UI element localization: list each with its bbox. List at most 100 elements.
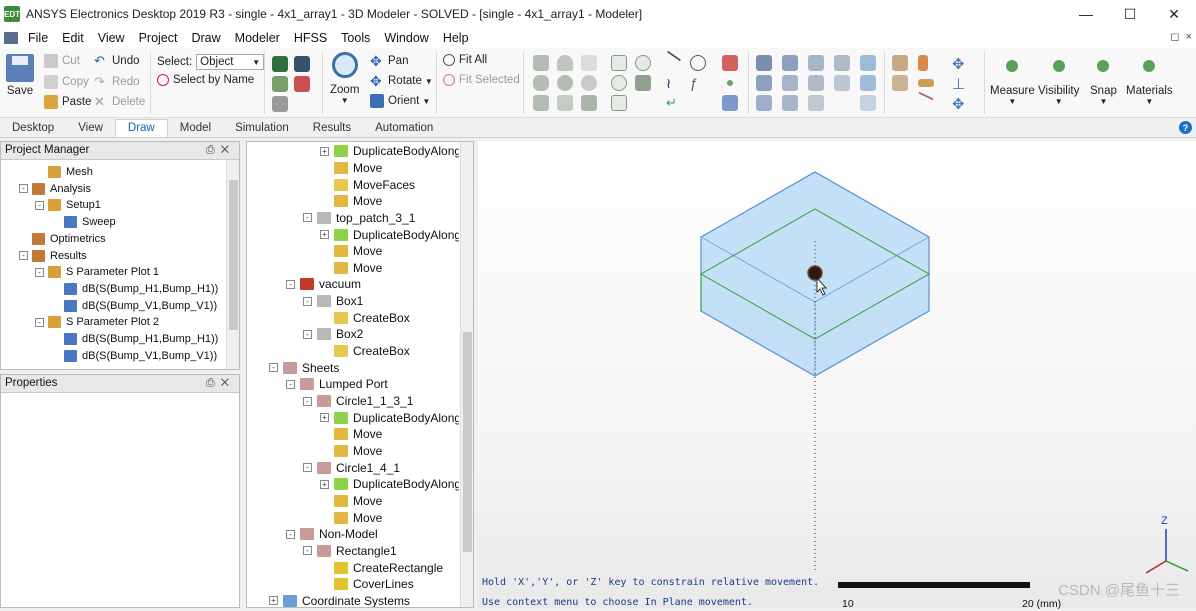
scale-icon[interactable] <box>860 75 876 91</box>
project-tree-item[interactable]: dB(S(Bump_H1,Bump_H1)) <box>51 281 218 297</box>
model-tree-item[interactable]: + DuplicateBodyAlong <box>320 226 459 243</box>
move-icon[interactable] <box>918 55 928 71</box>
modeler-viewport[interactable]: Z 10 20 (mm) <box>478 141 1196 610</box>
collapse-toggle-icon[interactable]: - <box>19 251 28 260</box>
point-icon[interactable] <box>727 80 733 86</box>
menu-project[interactable]: Project <box>132 31 185 45</box>
orient-button[interactable]: Orient ▼ <box>370 94 430 108</box>
chamfer-icon[interactable] <box>892 75 908 91</box>
model-tree-item[interactable]: - vacuum <box>286 276 361 293</box>
fit-selected-button[interactable]: Fit Selected <box>443 74 520 86</box>
select-dropdown[interactable]: Object ▼ <box>196 54 265 70</box>
equation-surface-icon[interactable] <box>635 75 651 91</box>
maximize-icon[interactable]: ☐ <box>1108 0 1152 28</box>
snap-button[interactable]: Snap ▼ <box>1090 56 1117 106</box>
expand-toggle-icon[interactable]: + <box>269 596 278 606</box>
expand-toggle-icon[interactable]: - <box>303 329 312 339</box>
circle-icon[interactable] <box>611 75 627 91</box>
spline-icon[interactable]: ≀ <box>666 75 682 91</box>
measure-button[interactable]: Measure ▼ <box>990 56 1035 106</box>
select-edges-icon[interactable] <box>294 76 310 92</box>
project-tree-item[interactable]: Optimetrics <box>19 231 106 247</box>
split-icon[interactable] <box>834 75 850 91</box>
document-icon[interactable] <box>4 32 18 44</box>
cylinder-icon[interactable] <box>533 75 549 91</box>
arc-icon[interactable] <box>690 55 706 71</box>
model-tree-item[interactable]: - top_patch_3_1 <box>303 210 415 227</box>
pin-close-icons[interactable]: ⎙✕ <box>206 377 235 390</box>
menu-window[interactable]: Window <box>377 31 435 45</box>
model-tree-item[interactable]: + DuplicateBodyAlong <box>320 143 459 160</box>
tab-draw[interactable]: Draw <box>114 119 168 137</box>
duplicate-mirror-icon[interactable] <box>782 55 798 71</box>
help-icon[interactable]: ? <box>1179 121 1192 134</box>
via-point[interactable] <box>807 265 823 281</box>
expand-toggle-icon[interactable]: + <box>320 230 329 240</box>
menu-modeler[interactable]: Modeler <box>228 31 287 45</box>
model-tree-item[interactable]: CreateBox <box>320 343 410 360</box>
close-icon[interactable]: ✕ <box>1152 0 1196 28</box>
cs-face-icon[interactable]: ⊥ <box>952 75 968 93</box>
collapse-toggle-icon[interactable]: - <box>35 317 44 327</box>
save-button[interactable]: Save <box>6 54 34 97</box>
spiral-icon[interactable] <box>581 95 597 111</box>
model-tree-item[interactable]: Move <box>320 243 382 260</box>
expand-toggle-icon[interactable]: - <box>303 296 312 306</box>
subtract-icon[interactable] <box>834 55 850 71</box>
cs-xyz-icon[interactable]: ✥ <box>952 55 968 73</box>
torus-icon[interactable] <box>581 75 597 91</box>
sweep-around-icon[interactable] <box>756 75 772 91</box>
model-tree-item[interactable]: - Lumped Port <box>286 376 388 393</box>
model-tree-item[interactable]: - Non-Model <box>286 526 378 543</box>
pin-close-icons[interactable]: ⎙✕ <box>206 144 235 157</box>
expand-toggle-icon[interactable]: - <box>286 279 295 289</box>
model-tree-item[interactable]: - Circle1_4_1 <box>303 459 400 476</box>
materials-button[interactable]: Materials ▼ <box>1126 56 1173 106</box>
model-tree-item[interactable]: MoveFaces <box>320 176 415 193</box>
model-tree-item[interactable]: Move <box>320 509 382 526</box>
line-icon[interactable] <box>666 50 682 62</box>
model-tree-item[interactable]: Move <box>320 260 382 277</box>
expand-toggle-icon[interactable]: - <box>303 463 312 473</box>
cone-icon[interactable] <box>557 55 573 71</box>
model-tree-item[interactable]: + DuplicateBodyAlong <box>320 409 459 426</box>
project-tree-item[interactable]: - Setup1 <box>35 197 101 213</box>
expand-toggle-icon[interactable]: + <box>320 146 329 156</box>
model-tree-item[interactable]: - Sheets <box>269 359 339 376</box>
project-tree-item[interactable]: dB(S(Bump_H1,Bump_H1)) <box>51 331 218 347</box>
rotate-axis-icon[interactable] <box>918 79 934 87</box>
project-tree-item[interactable]: - S Parameter Plot 2 <box>35 314 159 330</box>
expand-toggle-icon[interactable]: - <box>303 213 312 223</box>
model-tree-item[interactable]: - Circle1_1_3_1 <box>303 393 413 410</box>
select-vertices-icon[interactable] <box>272 96 288 112</box>
tab-desktop[interactable]: Desktop <box>0 120 66 137</box>
cut-button[interactable]: Cut <box>44 54 80 68</box>
select-faces-icon[interactable] <box>272 76 288 92</box>
model-tree-scrollbar[interactable] <box>460 142 473 607</box>
duplicate-along-icon[interactable] <box>782 75 798 91</box>
undo-button[interactable]: ↶ Undo <box>94 54 140 68</box>
align-icon[interactable] <box>860 55 876 71</box>
relative-cs-icon[interactable] <box>722 55 738 71</box>
model-tree-item[interactable]: Move <box>320 443 382 460</box>
project-tree-item[interactable]: - Results <box>19 248 87 264</box>
tab-automation[interactable]: Automation <box>363 120 445 137</box>
bondwire-icon[interactable] <box>557 95 573 111</box>
visibility-button[interactable]: Visibility ▼ <box>1038 56 1079 106</box>
intersect-icon[interactable] <box>808 75 824 91</box>
expand-toggle-icon[interactable]: + <box>320 413 329 423</box>
fillet-icon[interactable] <box>892 55 908 71</box>
model-tree-item[interactable]: Move <box>320 426 382 443</box>
menu-hfss[interactable]: HFSS <box>287 31 334 45</box>
regular-polygon-icon[interactable] <box>611 95 627 111</box>
model-tree-item[interactable]: Move <box>320 493 382 510</box>
model-tree-item[interactable]: + DuplicateBodyAlong <box>320 476 459 493</box>
project-tree-item[interactable]: - S Parameter Plot 1 <box>35 264 159 280</box>
helix-icon[interactable] <box>581 55 597 71</box>
mirror-icon[interactable] <box>756 55 772 71</box>
model-tree-item[interactable]: Move <box>320 160 382 177</box>
box-icon[interactable] <box>533 55 549 71</box>
expand-toggle-icon[interactable]: - <box>286 529 295 539</box>
polyline-icon[interactable]: ↵ <box>666 95 682 111</box>
tab-results[interactable]: Results <box>301 120 363 137</box>
